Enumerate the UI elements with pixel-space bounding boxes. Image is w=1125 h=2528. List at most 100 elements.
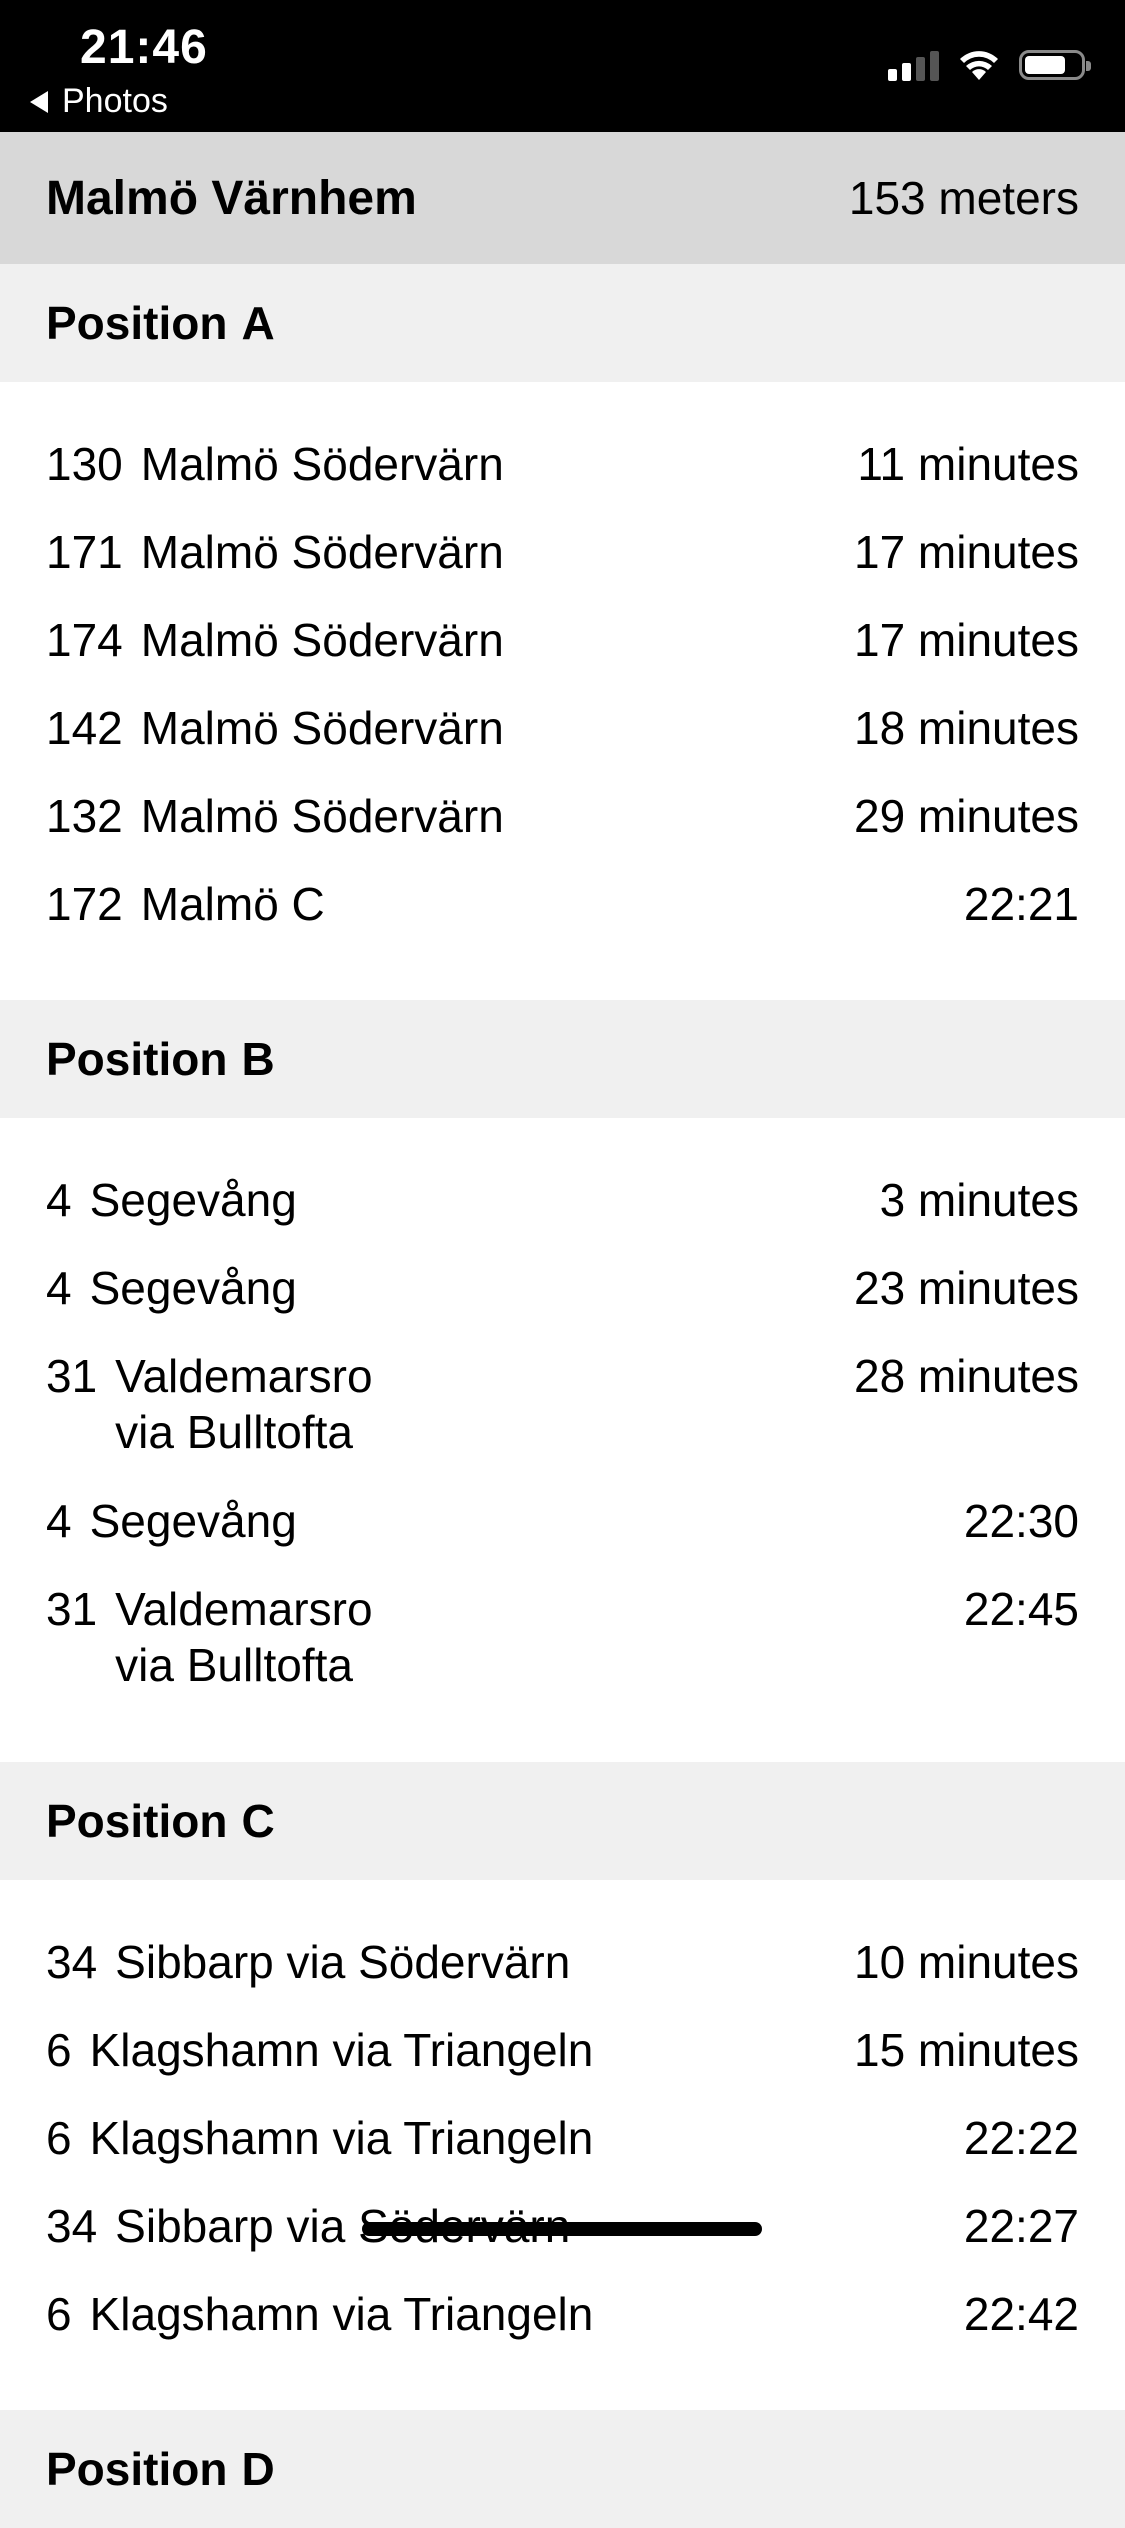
destination: Sibbarp via Södervärn <box>115 1934 570 1990</box>
departure-info: 4 Segevång <box>46 1172 297 1228</box>
departure-row[interactable]: 142 Malmö Södervärn 18 minutes <box>0 700 1125 788</box>
departure-time: 22:27 <box>963 2200 1079 2252</box>
departure-time: 22:21 <box>963 878 1079 930</box>
departure-row[interactable]: 4 Segevång 23 minutes <box>0 1260 1125 1348</box>
destination: Segevång <box>90 1260 297 1316</box>
destination-name: Segevång <box>89 1262 297 1314</box>
back-to-photos-button[interactable]: Photos <box>30 82 168 121</box>
departure-rows: 4 Segevång 3 minutes 4 Segevång 23 minutes 31 V… <box>0 1118 1125 1762</box>
departure-row[interactable]: 34 Sibbarp via Södervärn 10 minutes <box>0 1934 1125 2022</box>
departure-row[interactable]: 6 Klagshamn via Triangeln 22:42 <box>0 2286 1125 2374</box>
departure-rows: 34 Sibbarp via Södervärn 10 minutes 6 Klagsh… <box>0 1880 1125 2410</box>
route-number: 34 <box>46 1936 98 1988</box>
home-indicator[interactable] <box>362 2222 762 2236</box>
departure-info: 31 Valdemarsro via Bulltofta <box>46 1581 373 1693</box>
destination-name: Malmö Södervärn <box>140 614 504 666</box>
destination-name: Segevång <box>89 1174 297 1226</box>
back-arrow-icon <box>30 90 48 113</box>
destination-via: via Bulltofta <box>115 1406 353 1458</box>
departure-info: 6 Klagshamn via Triangeln <box>46 2286 593 2342</box>
departure-time: 22:22 <box>963 2112 1079 2164</box>
route-number: 6 <box>46 2024 72 2076</box>
departure-row[interactable]: 6 Klagshamn via Triangeln 15 minutes <box>0 2022 1125 2110</box>
departure-time: 15 minutes <box>853 2024 1079 2076</box>
destination: Malmö Södervärn <box>141 788 504 844</box>
destination-name: Malmö C <box>140 878 325 930</box>
route-number: 132 <box>46 790 123 842</box>
departure-time: 10 minutes <box>853 1936 1079 1988</box>
destination: Malmö Södervärn <box>141 612 504 668</box>
section-header-position-b: Position B <box>0 1000 1125 1118</box>
departure-time: 3 minutes <box>879 1174 1079 1226</box>
destination: Klagshamn via Triangeln <box>90 2110 594 2166</box>
destination: Segevång <box>90 1172 297 1228</box>
destination-name: Klagshamn via Triangeln <box>89 2112 594 2164</box>
route-number: 34 <box>46 2200 98 2252</box>
departure-time: 17 minutes <box>853 614 1079 666</box>
cellular-signal-icon <box>888 49 939 81</box>
section-letter: A <box>241 297 275 349</box>
destination-name: Valdemarsro <box>115 1583 373 1635</box>
departure-row[interactable]: 4 Segevång 22:30 <box>0 1493 1125 1581</box>
route-number: 174 <box>46 614 123 666</box>
departure-row[interactable]: 132 Malmö Södervärn 29 minutes <box>0 788 1125 876</box>
route-number: 6 <box>46 2288 72 2340</box>
destination-name: Malmö Södervärn <box>140 702 504 754</box>
departure-rows: 130 Malmö Södervärn 11 minutes 171 Malmö Söd… <box>0 382 1125 1000</box>
departure-time: 22:30 <box>963 1495 1079 1547</box>
destination-name: Valdemarsro <box>115 1350 373 1402</box>
departure-info: 6 Klagshamn via Triangeln <box>46 2022 593 2078</box>
departure-row[interactable]: 31 Valdemarsro via Bulltofta 22:45 <box>0 1581 1125 1726</box>
departure-row[interactable]: 130 Malmö Södervärn 11 minutes <box>0 436 1125 524</box>
section-label: Position <box>46 1033 228 1085</box>
route-number: 31 <box>46 1583 98 1635</box>
destination-name: Klagshamn via Triangeln <box>89 2024 594 2076</box>
destination: Malmö C <box>141 876 325 932</box>
destination-name: Malmö Södervärn <box>140 438 504 490</box>
departure-row[interactable]: 171 Malmö Södervärn 17 minutes <box>0 524 1125 612</box>
departure-info: 34 Sibbarp via Södervärn <box>46 1934 570 1990</box>
departure-time: 18 minutes <box>853 702 1079 754</box>
route-number: 31 <box>46 1350 98 1402</box>
departure-info: 142 Malmö Södervärn <box>46 700 504 756</box>
section-label: Position <box>46 1795 228 1847</box>
departure-time: 17 minutes <box>853 526 1079 578</box>
route-number: 172 <box>46 878 123 930</box>
section-letter: C <box>241 1795 275 1847</box>
back-label: Photos <box>62 82 168 120</box>
route-number: 4 <box>46 1262 72 1314</box>
departure-info: 132 Malmö Södervärn <box>46 788 504 844</box>
destination-via: via Bulltofta <box>115 1639 353 1691</box>
destination: Malmö Södervärn <box>141 524 504 580</box>
route-number: 171 <box>46 526 123 578</box>
destination: Malmö Södervärn <box>141 436 504 492</box>
departure-row[interactable]: 31 Valdemarsro via Bulltofta 28 minutes <box>0 1348 1125 1493</box>
departure-info: 31 Valdemarsro via Bulltofta <box>46 1348 373 1460</box>
destination: Malmö Södervärn <box>141 700 504 756</box>
route-number: 130 <box>46 438 123 490</box>
departure-info: 130 Malmö Södervärn <box>46 436 504 492</box>
departure-row[interactable]: 34 Sibbarp via Södervärn 22:27 <box>0 2198 1125 2286</box>
stop-name: Malmö Värnhem <box>46 171 417 225</box>
section-label: Position <box>46 2443 228 2495</box>
departure-time: 23 minutes <box>853 1262 1079 1314</box>
route-number: 6 <box>46 2112 72 2164</box>
status-time: 21:46 <box>80 21 208 74</box>
departure-row[interactable]: 4 Segevång 3 minutes <box>0 1172 1125 1260</box>
departure-time: 28 minutes <box>853 1350 1079 1402</box>
section-header-position-a: Position A <box>0 264 1125 382</box>
destination: Valdemarsro via Bulltofta <box>115 1348 372 1460</box>
departure-info: 4 Segevång <box>46 1260 297 1316</box>
stop-header: Malmö Värnhem 153 meters <box>0 132 1125 264</box>
departure-row[interactable]: 6 Klagshamn via Triangeln 22:22 <box>0 2110 1125 2198</box>
battery-icon <box>1019 50 1091 80</box>
departure-time: 11 minutes <box>857 438 1079 490</box>
departure-time: 22:42 <box>963 2288 1079 2340</box>
status-icons <box>888 48 1091 82</box>
route-number: 4 <box>46 1495 72 1547</box>
departures-list: Position A 130 Malmö Södervärn 11 minutes 171… <box>0 264 1125 2528</box>
route-number: 4 <box>46 1174 72 1226</box>
departure-row[interactable]: 174 Malmö Södervärn 17 minutes <box>0 612 1125 700</box>
destination: Valdemarsro via Bulltofta <box>115 1581 372 1693</box>
departure-row[interactable]: 172 Malmö C 22:21 <box>0 876 1125 964</box>
